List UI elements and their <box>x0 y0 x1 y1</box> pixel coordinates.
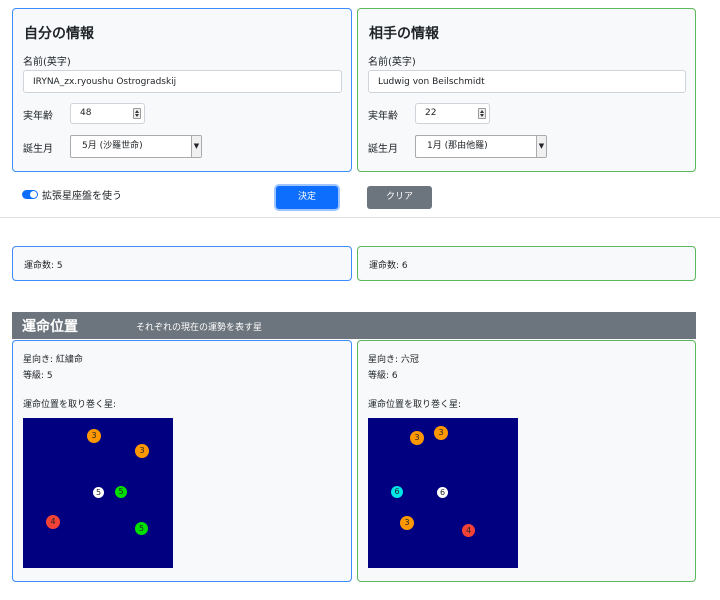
divider <box>0 217 720 218</box>
section-title: 運命位置 <box>22 319 78 335</box>
star-icon: 5 <box>135 522 148 535</box>
self-age-label: 実年齢 <box>23 111 53 122</box>
toggle-knob <box>30 191 37 198</box>
chevron-down-icon: ▼ <box>536 136 546 157</box>
self-destiny-number: 運命数: 5 <box>24 261 63 271</box>
other-birth-label: 誕生月 <box>368 144 398 155</box>
spinner-icon[interactable] <box>478 108 486 119</box>
other-result-panel: 運命数: 6 <box>357 246 696 281</box>
other-info-panel: 相手の情報 名前(英字) 実年齢 22 誕生月 1月 (那由他羅) ▼ <box>357 8 696 172</box>
self-birth-label: 誕生月 <box>23 144 53 155</box>
other-name-input[interactable] <box>368 70 686 93</box>
other-surround-label: 運命位置を取り巻く星: <box>368 400 462 410</box>
other-birth-value: 1月 (那由他羅) <box>427 141 488 151</box>
self-age-value: 48 <box>80 108 92 118</box>
other-star-board: 3 3 6 6 3 4 <box>368 418 518 568</box>
other-star-level: 等級: 6 <box>368 371 398 381</box>
self-star-direction: 星向き: 紅繍命 <box>23 355 83 365</box>
self-star-board: 3 3 5 5 4 5 <box>23 418 173 568</box>
other-birth-select[interactable]: 1月 (那由他羅) ▼ <box>415 135 547 158</box>
self-name-label: 名前(英字) <box>23 57 71 68</box>
star-icon: 3 <box>434 426 448 440</box>
other-position-panel: 星向き: 六冠 等級: 6 運命位置を取り巻く星: 3 3 6 6 3 4 <box>357 340 696 582</box>
self-info-panel: 自分の情報 名前(英字) 実年齢 48 誕生月 5月 (沙羅世命) ▼ <box>12 8 352 172</box>
star-icon: 3 <box>135 444 149 458</box>
other-age-label: 実年齢 <box>368 111 398 122</box>
star-icon: 4 <box>462 524 475 537</box>
self-position-panel: 星向き: 紅繍命 等級: 5 運命位置を取り巻く星: 3 3 5 5 4 5 <box>12 340 352 582</box>
star-icon: 5 <box>93 487 104 498</box>
chevron-down-icon: ▼ <box>191 136 201 157</box>
self-age-input[interactable]: 48 <box>70 103 145 124</box>
destiny-position-header: 運命位置 それぞれの現在の運勢を表す星 <box>12 312 696 339</box>
self-result-panel: 運命数: 5 <box>12 246 352 281</box>
self-birth-select[interactable]: 5月 (沙羅世命) ▼ <box>70 135 202 158</box>
star-icon: 3 <box>400 516 414 530</box>
extended-board-toggle[interactable] <box>22 190 38 199</box>
self-star-level: 等級: 5 <box>23 371 53 381</box>
star-icon: 6 <box>391 486 403 498</box>
star-icon: 3 <box>410 431 424 445</box>
spinner-icon[interactable] <box>133 108 141 119</box>
self-surround-label: 運命位置を取り巻く星: <box>23 400 117 410</box>
extended-board-toggle-label: 拡張星座盤を使う <box>42 191 122 202</box>
clear-button[interactable]: クリア <box>367 186 432 209</box>
self-info-title: 自分の情報 <box>24 26 94 42</box>
other-destiny-number: 運命数: 6 <box>369 261 408 271</box>
self-name-input[interactable] <box>23 70 342 93</box>
section-subtitle: それぞれの現在の運勢を表す星 <box>136 323 263 333</box>
other-name-label: 名前(英字) <box>368 57 416 68</box>
decide-button[interactable]: 決定 <box>276 186 338 209</box>
self-birth-value: 5月 (沙羅世命) <box>82 141 143 151</box>
star-icon: 6 <box>437 487 448 498</box>
other-info-title: 相手の情報 <box>369 26 439 42</box>
other-star-direction: 星向き: 六冠 <box>368 355 419 365</box>
star-icon: 3 <box>87 429 101 443</box>
star-icon: 5 <box>115 486 127 498</box>
other-age-value: 22 <box>425 108 437 118</box>
star-icon: 4 <box>46 515 60 529</box>
other-age-input[interactable]: 22 <box>415 103 490 124</box>
